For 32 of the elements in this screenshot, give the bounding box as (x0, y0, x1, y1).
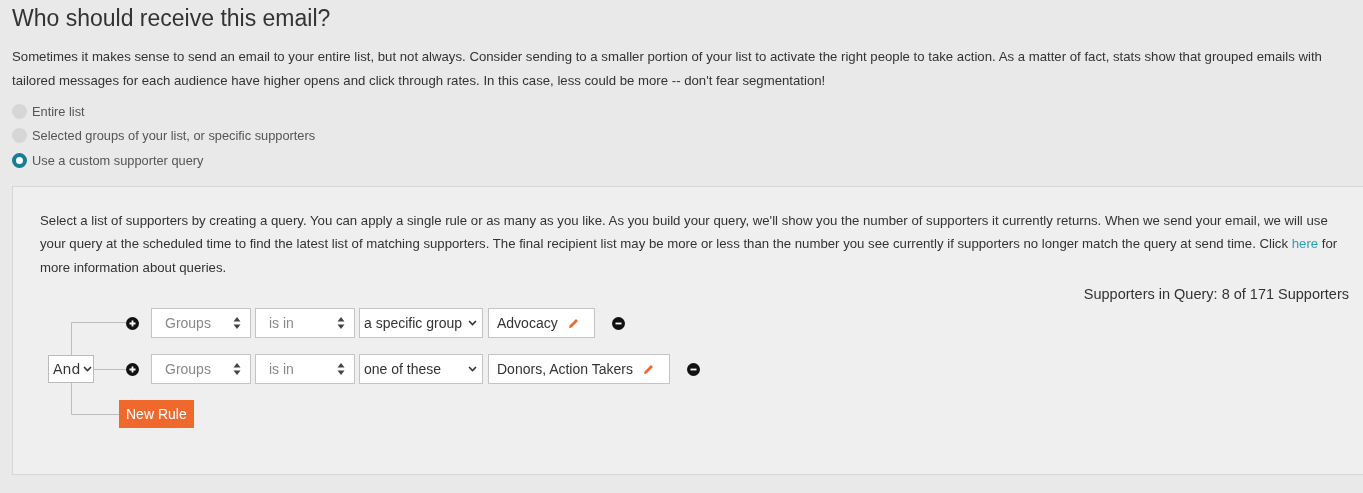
pencil-icon[interactable] (641, 362, 655, 376)
chevron-icon (468, 366, 477, 372)
operator-select[interactable]: is in (255, 354, 355, 384)
page-heading: Who should receive this email? (12, 4, 332, 32)
radio-button[interactable] (12, 152, 27, 168)
option-label: Selected groups of your list, or specific supporters (32, 128, 316, 144)
sort-arrows-icon (233, 316, 241, 330)
remove-icon[interactable] (611, 316, 625, 330)
sort-arrows-icon (233, 362, 241, 376)
selection-field[interactable]: Donors, Action Takers (488, 354, 670, 384)
add-icon[interactable] (126, 316, 139, 330)
sort-arrows-icon (337, 362, 345, 376)
operator-select[interactable]: is in (255, 308, 355, 338)
remove-icon[interactable] (686, 362, 700, 376)
sort-arrows-icon (337, 316, 345, 330)
value-select[interactable]: one of these (359, 354, 483, 384)
chevron-icon (83, 366, 93, 372)
selection-field[interactable]: Advocacy (488, 308, 595, 338)
new-rule-button[interactable]: New Rule (119, 400, 194, 428)
add-icon[interactable] (126, 362, 139, 376)
query-description: Select a list of supporters by creating a query. You can apply a single rule or as many as you like. As you build your query, we'll show you the number of supporters it currently returns. When we send your email, we will use your query at the scheduled time to find the latest list of matching supporters. The final recipient list may be more or less than the number you see currently if supporters no longer match the query at send time. Click here for more information about queries. (40, 211, 1339, 277)
pencil-icon[interactable] (566, 316, 580, 330)
here-link[interactable]: here (1291, 236, 1319, 251)
intro-paragraph: Sometimes it makes sense to send an email to your entire list, but not always. Consider sending to a smaller portion of your list to activate the right people to take action. As a matter of fact, stats show that grouped emails with tailored messages for each audience have higher opens and click through rates. In this case, less could be more -- don't fear segmentation! (12, 48, 1323, 90)
field-select[interactable]: Groups (151, 354, 251, 384)
option-label: Use a custom supporter query (32, 152, 204, 168)
option-label: Entire list (32, 103, 85, 119)
value-select[interactable]: a specific group (359, 308, 483, 338)
supporter-count: Supporters in Query: 8 of 171 Supporters (1083, 286, 1349, 302)
chevron-icon (468, 320, 477, 326)
combinator-select[interactable]: And (48, 355, 94, 383)
field-select[interactable]: Groups (151, 308, 251, 338)
